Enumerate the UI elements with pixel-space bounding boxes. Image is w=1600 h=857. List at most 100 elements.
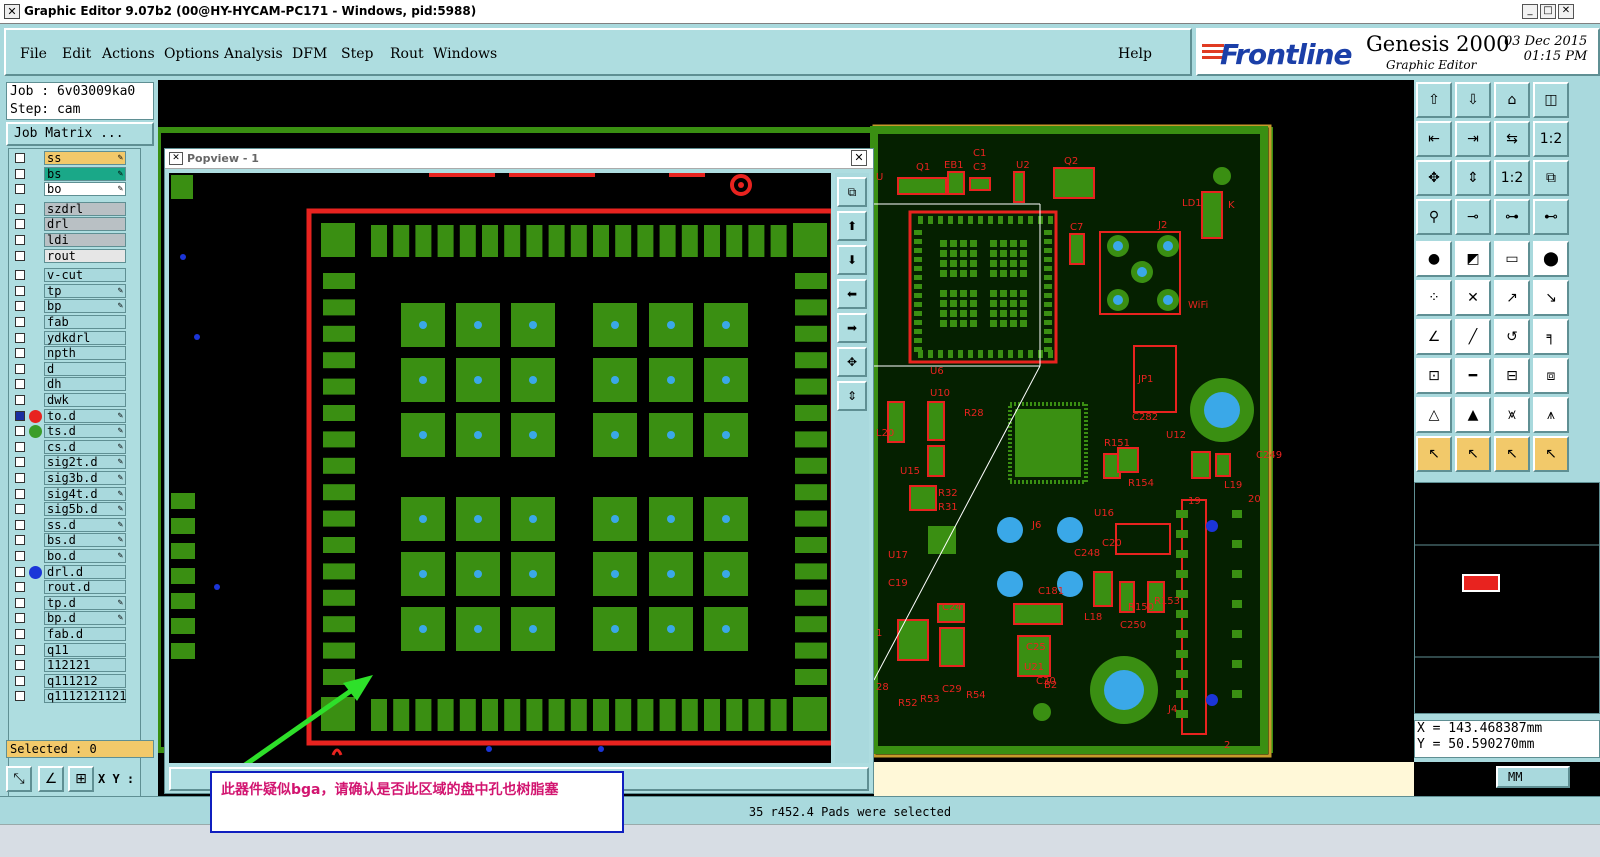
- triangle-up-icon[interactable]: ▲: [1455, 397, 1491, 433]
- layer-row[interactable]: cs.d ✎: [9, 439, 149, 455]
- layer-out-icon[interactable]: ⇥: [1455, 121, 1491, 157]
- layer-list-scrollbar[interactable]: [140, 148, 154, 806]
- layer-checkbox[interactable]: [15, 504, 25, 515]
- pad-icon[interactable]: ●: [1416, 241, 1452, 277]
- layer-name[interactable]: ss.d ✎: [44, 517, 126, 532]
- layer-name[interactable]: ydkdrl: [44, 330, 126, 345]
- layer-row[interactable]: ts.d ✎: [9, 424, 149, 439]
- layer-row[interactable]: bp ✎: [9, 299, 149, 314]
- layer-checkbox[interactable]: [15, 250, 25, 261]
- layer-row[interactable]: to.d ✎: [9, 408, 149, 424]
- arc-icon[interactable]: ↺: [1494, 319, 1530, 355]
- layer-checkbox[interactable]: [15, 203, 25, 214]
- layer-checkbox[interactable]: [15, 613, 25, 624]
- layer-name[interactable]: to.d ✎: [44, 408, 126, 423]
- layer-row[interactable]: bp.d ✎: [9, 611, 149, 626]
- line-icon[interactable]: ╱: [1455, 319, 1491, 355]
- cross-icon[interactable]: ✕: [1455, 280, 1491, 316]
- layer-row[interactable]: 112121: [9, 658, 149, 673]
- layer-checkbox[interactable]: [15, 644, 25, 655]
- layer-row[interactable]: fab.d: [9, 627, 149, 642]
- zoom-up-icon[interactable]: ⬆: [837, 211, 867, 241]
- layer-checkbox[interactable]: [15, 153, 25, 163]
- layer-checkbox[interactable]: [15, 363, 25, 374]
- layer-row[interactable]: q1112121121: [9, 689, 149, 704]
- one-to-two-icon[interactable]: 1:2: [1494, 160, 1530, 196]
- layer-checkbox[interactable]: [15, 184, 25, 195]
- layer-row[interactable]: dh: [9, 377, 149, 392]
- minus-icon[interactable]: ━: [1455, 358, 1491, 394]
- layer-name[interactable]: bo.d ✎: [44, 549, 126, 563]
- layer-checkbox[interactable]: [15, 566, 25, 577]
- layer-checkbox[interactable]: [15, 473, 25, 483]
- arrow-icon[interactable]: ⊡: [1416, 358, 1452, 394]
- layer-checkbox[interactable]: [15, 675, 25, 686]
- layer-checkbox[interactable]: [15, 168, 25, 179]
- popview-canvas[interactable]: [169, 173, 831, 763]
- menu-actions[interactable]: Actions: [102, 46, 155, 62]
- layer-checkbox[interactable]: [15, 519, 25, 530]
- layer-name[interactable]: bp.d ✎: [44, 611, 126, 626]
- layer-checkbox[interactable]: [15, 379, 25, 390]
- save-icon[interactable]: ⇩: [1455, 82, 1491, 118]
- layer-row[interactable]: v-cut: [9, 268, 149, 283]
- layer-name[interactable]: tp.d ✎: [44, 595, 126, 610]
- layer-name[interactable]: bs.d ✎: [44, 533, 126, 548]
- open-step-icon[interactable]: ⇧: [1416, 82, 1452, 118]
- popview-close-button[interactable]: ✕: [851, 150, 867, 166]
- layer-row[interactable]: d: [9, 361, 149, 377]
- layer-checkbox[interactable]: [15, 691, 25, 702]
- layer-name[interactable]: dwk: [44, 393, 126, 407]
- layer-name[interactable]: q111212: [44, 673, 126, 688]
- zoom-in-icon[interactable]: ✥: [837, 347, 867, 377]
- layer-row[interactable]: szdrl: [9, 201, 149, 217]
- layer-checkbox[interactable]: [15, 219, 25, 230]
- ratio-icon[interactable]: 1:2: [1533, 121, 1569, 157]
- layer-name[interactable]: sig3b.d ✎: [44, 471, 126, 485]
- layer-row[interactable]: tp.d ✎: [9, 595, 149, 611]
- triangle-move-icon[interactable]: ⩚: [1533, 397, 1569, 433]
- layer-row[interactable]: ldi: [9, 233, 149, 248]
- layer-name[interactable]: sig2t.d ✎: [44, 455, 126, 470]
- layer-name[interactable]: d: [44, 361, 126, 376]
- layer-row[interactable]: drl: [9, 217, 149, 232]
- layer-checkbox[interactable]: [15, 301, 25, 312]
- layer-in-icon[interactable]: ⇤: [1416, 121, 1452, 157]
- add-icon[interactable]: ↘: [1533, 280, 1569, 316]
- pointer-square-icon[interactable]: ↖: [1494, 436, 1530, 472]
- layer-checkbox[interactable]: [15, 332, 25, 343]
- angle-icon[interactable]: ∠: [1416, 319, 1452, 355]
- layer-row[interactable]: drl.d: [9, 564, 149, 580]
- layer-checkbox[interactable]: [15, 457, 25, 468]
- layer-name[interactable]: fab: [44, 315, 126, 329]
- menu-edit[interactable]: Edit: [62, 46, 91, 62]
- layer-row[interactable]: dwk: [9, 393, 149, 408]
- zoom-fit-icon[interactable]: ⧉: [837, 177, 867, 207]
- menu-options[interactable]: Options: [164, 46, 219, 62]
- layer-name[interactable]: fab.d: [44, 627, 126, 641]
- layer-name[interactable]: v-cut: [44, 268, 126, 283]
- layer-row[interactable]: q11: [9, 642, 149, 658]
- layer-checkbox[interactable]: [15, 535, 25, 546]
- menu-rout[interactable]: Rout: [390, 46, 424, 62]
- layer-name[interactable]: szdrl: [44, 201, 126, 216]
- snap-icon[interactable]: ⚲: [1416, 199, 1452, 235]
- move-icon[interactable]: ↗: [1494, 280, 1530, 316]
- zoom-out-icon[interactable]: ⇕: [837, 381, 867, 411]
- layer-checkbox[interactable]: [15, 285, 25, 296]
- layer-row[interactable]: tp ✎: [9, 283, 149, 299]
- layer-row[interactable]: rout.d: [9, 580, 149, 595]
- layer-name[interactable]: 112121: [44, 658, 126, 673]
- menu-help[interactable]: Help: [1118, 46, 1152, 62]
- layer-name[interactable]: bs ✎: [44, 166, 126, 181]
- fillet-icon[interactable]: ╕: [1533, 319, 1569, 355]
- pan-left-icon[interactable]: ⬅: [837, 279, 867, 309]
- layer-row[interactable]: sig3b.d ✎: [9, 471, 149, 486]
- pointer-icon[interactable]: ↖: [1416, 436, 1452, 472]
- popview-window[interactable]: ✕ Popview - 1 ✕ ⧉ ⬆ ⬇ ⬅ ➡ ✥ ⇕: [164, 148, 874, 794]
- layer-checkbox[interactable]: [15, 270, 25, 281]
- layer-name[interactable]: q11: [44, 642, 126, 657]
- layer-row[interactable]: bs ✎: [9, 166, 149, 182]
- layer-row[interactable]: ss ✎: [9, 151, 149, 166]
- triangle-edit-icon[interactable]: ⩙: [1494, 397, 1530, 433]
